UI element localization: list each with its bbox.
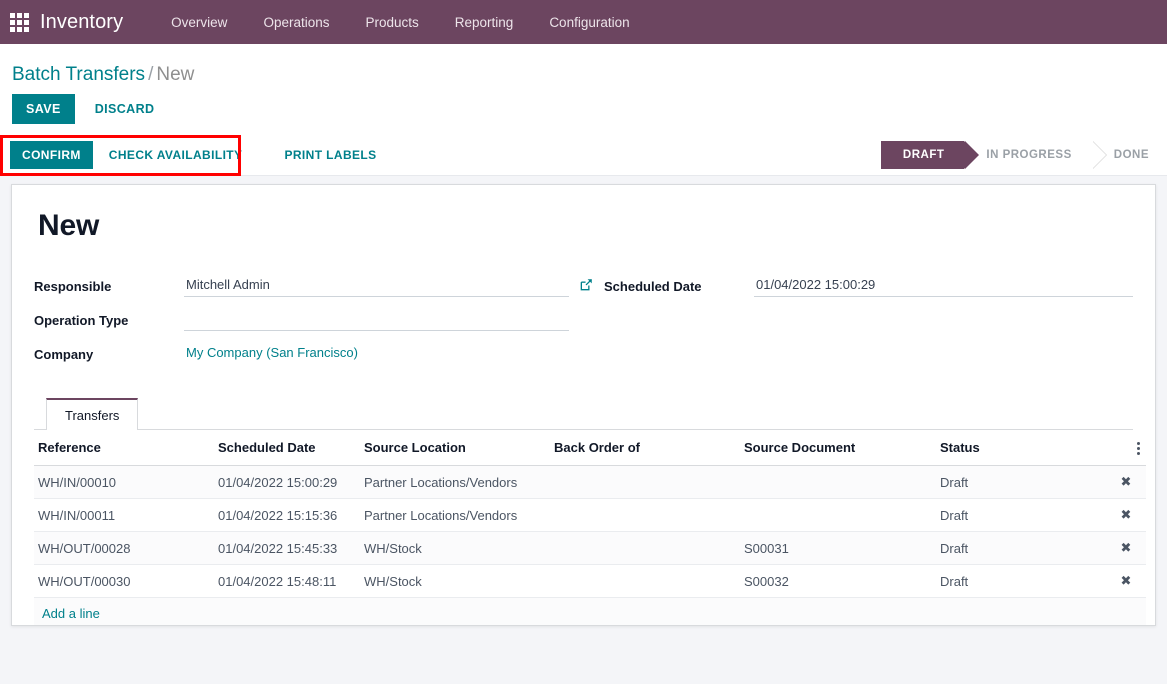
navbar-menu: Overview Operations Products Reporting C… — [153, 9, 647, 36]
table-row[interactable]: WH/IN/00010 01/04/2022 15:00:29 Partner … — [34, 465, 1146, 500]
cell-reference[interactable]: WH/OUT/00030 — [34, 564, 214, 599]
label-scheduled-date: Scheduled Date — [604, 279, 702, 294]
delete-row-icon[interactable]: ✖ — [1106, 564, 1146, 599]
nav-item-operations[interactable]: Operations — [245, 9, 347, 36]
status-stage-draft[interactable]: DRAFT — [880, 140, 980, 169]
cell-back-order-of[interactable] — [550, 531, 740, 566]
status-pipeline: DRAFT IN PROGRESS DONE — [880, 140, 1159, 169]
print-labels-button[interactable]: PRINT LABELS — [272, 141, 388, 169]
breadcrumb-separator: / — [148, 64, 154, 85]
add-line-row: Add a line — [34, 597, 1146, 625]
field-row-company: Company My Company (San Francisco) — [34, 341, 594, 365]
page-title: New — [38, 209, 100, 242]
app-brand-inventory[interactable]: Inventory — [40, 11, 123, 34]
cell-source-document[interactable] — [740, 465, 936, 500]
breadcrumb-root[interactable]: Batch Transfers — [12, 64, 145, 85]
status-stage-in-progress[interactable]: IN PROGRESS — [964, 140, 1108, 169]
add-line-cell: Add a line — [34, 597, 1146, 625]
vertical-dots-icon[interactable] — [1137, 442, 1140, 456]
cell-source-document[interactable]: S00032 — [740, 564, 936, 599]
discard-button[interactable]: DISCARD — [81, 94, 169, 124]
notebook: Transfers Reference Scheduled Date Sourc… — [34, 397, 1146, 625]
nav-item-products[interactable]: Products — [347, 9, 436, 36]
cell-reference[interactable]: WH/IN/00010 — [34, 465, 214, 500]
table-row[interactable]: WH/IN/00011 01/04/2022 15:15:36 Partner … — [34, 498, 1146, 533]
form-sheet-wrapper: New Responsible Mitchell Admin Operation… — [0, 176, 1167, 626]
confirm-button[interactable]: CONFIRM — [10, 140, 93, 169]
save-button[interactable]: SAVE — [12, 94, 75, 124]
statusbar: CONFIRM CHECK AVAILABILITY PRINT LABELS … — [0, 134, 1167, 176]
cell-source-document[interactable]: S00031 — [740, 531, 936, 566]
transfers-table: Reference Scheduled Date Source Location… — [34, 430, 1146, 625]
control-panel: Batch Transfers / New SAVE DISCARD — [0, 44, 1167, 134]
form-group-left: Responsible Mitchell Admin Operation Typ… — [34, 273, 594, 375]
column-header-status[interactable]: Status — [936, 430, 1106, 467]
form-sheet: New Responsible Mitchell Admin Operation… — [11, 184, 1156, 626]
scheduled-date-input[interactable]: 01/04/2022 15:00:29 — [754, 275, 1133, 297]
cell-back-order-of[interactable] — [550, 498, 740, 533]
field-row-operation-type: Operation Type — [34, 307, 594, 331]
operation-type-input[interactable] — [184, 309, 569, 331]
record-actions: SAVE DISCARD — [0, 90, 1167, 134]
check-availability-button[interactable]: CHECK AVAILABILITY — [97, 141, 255, 169]
top-navbar: Inventory Overview Operations Products R… — [0, 0, 1167, 44]
label-company: Company — [34, 347, 94, 362]
form-fields: Responsible Mitchell Admin Operation Typ… — [34, 273, 1133, 375]
nav-item-reporting[interactable]: Reporting — [437, 9, 532, 36]
column-header-reference[interactable]: Reference — [34, 430, 214, 467]
cell-source-location[interactable]: Partner Locations/Vendors — [360, 498, 550, 533]
form-group-right: Scheduled Date 01/04/2022 15:00:29 — [594, 273, 1133, 375]
table-row[interactable]: WH/OUT/00028 01/04/2022 15:45:33 WH/Stoc… — [34, 531, 1146, 566]
notebook-tabs: Transfers — [34, 397, 1133, 430]
external-link-icon[interactable] — [579, 277, 594, 295]
breadcrumb-current: New — [156, 64, 195, 85]
cell-scheduled-date[interactable]: 01/04/2022 15:48:11 — [214, 564, 360, 599]
cell-source-location[interactable]: WH/Stock — [360, 564, 550, 599]
cell-status[interactable]: Draft — [936, 531, 1106, 566]
column-header-source-location[interactable]: Source Location — [360, 430, 550, 467]
apps-grid-icon[interactable] — [6, 9, 32, 35]
cell-status[interactable]: Draft — [936, 465, 1106, 500]
cell-scheduled-date[interactable]: 01/04/2022 15:00:29 — [214, 465, 360, 500]
add-a-line-link[interactable]: Add a line — [38, 606, 100, 621]
field-row-responsible: Responsible Mitchell Admin — [34, 273, 594, 297]
cell-back-order-of[interactable] — [550, 564, 740, 599]
field-row-scheduled-date: Scheduled Date 01/04/2022 15:00:29 — [604, 273, 1133, 297]
cell-reference[interactable]: WH/OUT/00028 — [34, 531, 214, 566]
column-header-back-order-of[interactable]: Back Order of — [550, 430, 740, 467]
tab-transfers[interactable]: Transfers — [46, 398, 139, 430]
cell-scheduled-date[interactable]: 01/04/2022 15:15:36 — [214, 498, 360, 533]
cell-scheduled-date[interactable]: 01/04/2022 15:45:33 — [214, 531, 360, 566]
cell-status[interactable]: Draft — [936, 498, 1106, 533]
delete-row-icon[interactable]: ✖ — [1106, 531, 1146, 566]
delete-row-icon[interactable]: ✖ — [1106, 498, 1146, 533]
company-value: My Company (San Francisco) — [184, 343, 569, 365]
company-link[interactable]: My Company (San Francisco) — [186, 345, 358, 360]
responsible-input[interactable]: Mitchell Admin — [184, 275, 569, 297]
cell-source-document[interactable] — [740, 498, 936, 533]
nav-item-configuration[interactable]: Configuration — [531, 9, 647, 36]
column-header-source-document[interactable]: Source Document — [740, 430, 936, 467]
table-row[interactable]: WH/OUT/00030 01/04/2022 15:48:11 WH/Stoc… — [34, 564, 1146, 599]
optional-columns-toggle[interactable] — [1106, 430, 1146, 467]
label-responsible: Responsible — [34, 279, 112, 294]
cell-source-location[interactable]: WH/Stock — [360, 531, 550, 566]
cell-source-location[interactable]: Partner Locations/Vendors — [360, 465, 550, 500]
cell-back-order-of[interactable] — [550, 465, 740, 500]
table-body: WH/IN/00010 01/04/2022 15:00:29 Partner … — [34, 465, 1146, 625]
delete-row-icon[interactable]: ✖ — [1106, 465, 1146, 500]
table-head: Reference Scheduled Date Source Location… — [34, 430, 1146, 467]
cell-status[interactable]: Draft — [936, 564, 1106, 599]
table-header-row: Reference Scheduled Date Source Location… — [34, 430, 1146, 467]
statusbar-buttons: CONFIRM CHECK AVAILABILITY PRINT LABELS — [10, 140, 389, 169]
cell-reference[interactable]: WH/IN/00011 — [34, 498, 214, 533]
nav-item-overview[interactable]: Overview — [153, 9, 245, 36]
label-operation-type: Operation Type — [34, 313, 129, 328]
breadcrumb: Batch Transfers / New — [0, 54, 1167, 90]
column-header-scheduled-date[interactable]: Scheduled Date — [214, 430, 360, 467]
